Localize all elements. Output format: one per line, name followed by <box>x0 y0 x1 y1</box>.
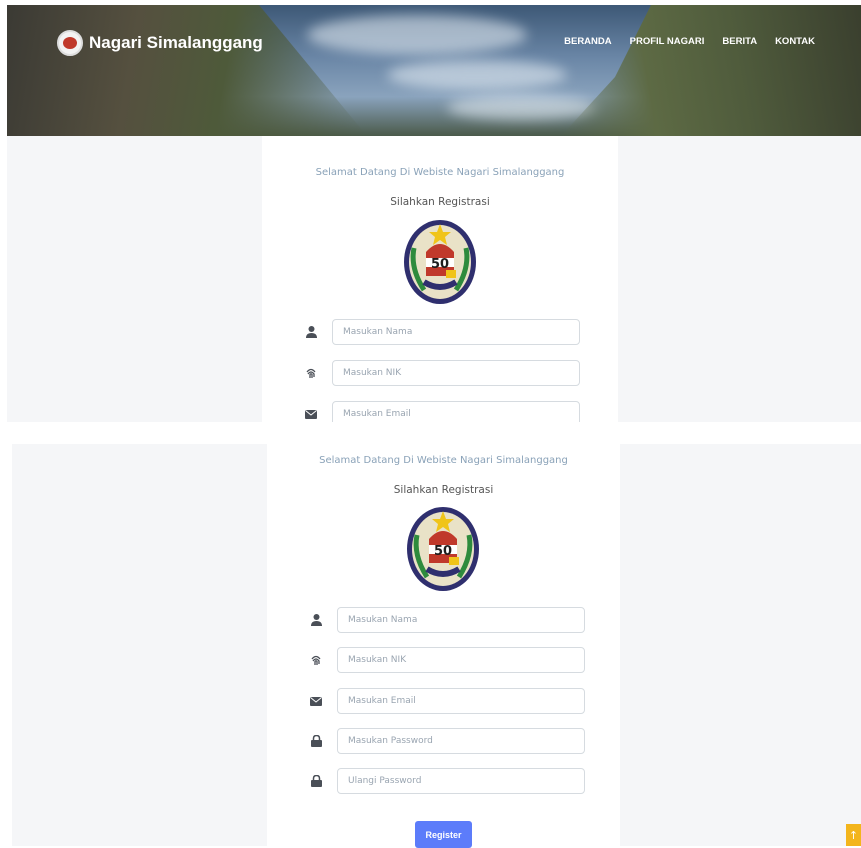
brand[interactable]: Nagari Simalanggang <box>57 30 263 56</box>
user-icon <box>304 325 318 339</box>
lock-icon <box>309 774 323 788</box>
name-input[interactable] <box>337 607 585 633</box>
envelope-icon <box>309 694 323 708</box>
nav-item-kontak[interactable]: KONTAK <box>775 36 815 47</box>
welcome-text: Selamat Datang Di Webiste Nagari Simalan… <box>319 455 568 466</box>
form-subtitle: Silahkan Registrasi <box>390 196 490 208</box>
envelope-icon <box>304 407 318 421</box>
cloud <box>387 60 567 90</box>
email-input[interactable] <box>332 401 580 422</box>
nav-item-beranda[interactable]: BERANDA <box>564 36 612 47</box>
main-nav: BERANDA PROFIL NAGARI BERITA KONTAK <box>564 36 815 47</box>
nagari-seal-icon: 50 <box>407 507 479 591</box>
nav-item-berita[interactable]: BERITA <box>722 36 757 47</box>
cloud <box>307 15 527 55</box>
user-icon <box>309 613 323 627</box>
brand-logo-icon <box>57 30 83 56</box>
scroll-to-top-button[interactable]: ↑ <box>846 824 861 846</box>
confirm-password-input[interactable] <box>337 768 585 794</box>
email-field-row <box>304 401 580 422</box>
name-field-row <box>304 319 580 345</box>
fingerprint-icon <box>309 653 323 667</box>
welcome-text: Selamat Datang Di Webiste Nagari Simalan… <box>315 167 565 178</box>
registration-card: Selamat Datang Di Webiste Nagari Simalan… <box>267 444 620 848</box>
nav-item-profil-nagari[interactable]: PROFIL NAGARI <box>630 36 705 47</box>
nik-input[interactable] <box>332 360 580 386</box>
fingerprint-icon <box>304 366 318 380</box>
nik-field-row <box>304 360 580 386</box>
email-field-row <box>309 688 585 714</box>
lock-icon <box>309 734 323 748</box>
nik-input[interactable] <box>337 647 585 673</box>
nagari-seal-icon: 50 <box>404 220 476 304</box>
hero-banner <box>7 5 861 136</box>
email-input[interactable] <box>337 688 585 714</box>
confirm-password-field-row <box>309 768 585 794</box>
registration-card: Selamat Datang Di Webiste Nagari Simalan… <box>262 136 618 422</box>
cliff-left <box>7 5 367 136</box>
seal-number: 50 <box>434 544 452 559</box>
password-field-row <box>309 728 585 754</box>
name-input[interactable] <box>332 319 580 345</box>
password-input[interactable] <box>337 728 585 754</box>
name-field-row <box>309 607 585 633</box>
seal-number: 50 <box>431 257 449 272</box>
brand-title[interactable]: Nagari Simalanggang <box>89 33 263 53</box>
cloud <box>447 95 597 120</box>
nik-field-row <box>309 647 585 673</box>
cliff-right <box>561 5 861 136</box>
form-subtitle: Silahkan Registrasi <box>393 484 494 496</box>
register-button[interactable]: Register <box>415 821 472 848</box>
